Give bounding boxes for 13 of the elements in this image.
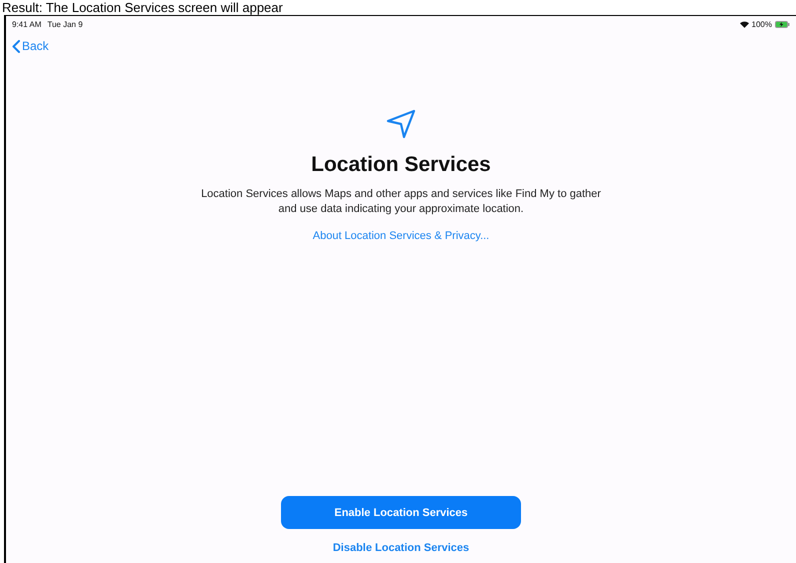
wifi-icon [740, 21, 749, 28]
status-time: 9:41 AM [12, 20, 42, 29]
location-arrow-icon [386, 109, 416, 139]
description-text: Location Services allows Maps and other apps and services like Find My to gather and use data indicating your approximate location. [200, 187, 602, 217]
chevron-left-icon [12, 40, 20, 52]
back-button[interactable]: Back [12, 39, 49, 53]
status-date: Tue Jan 9 [47, 20, 83, 29]
page-title: Location Services [311, 153, 491, 177]
enable-button[interactable]: Enable Location Services [281, 496, 521, 529]
caption-text: Result: The Location Services screen will appear [1, 0, 284, 15]
battery-percentage: 100% [752, 20, 772, 29]
disable-link[interactable]: Disable Location Services [332, 542, 470, 554]
privacy-link[interactable]: About Location Services & Privacy... [312, 230, 490, 242]
